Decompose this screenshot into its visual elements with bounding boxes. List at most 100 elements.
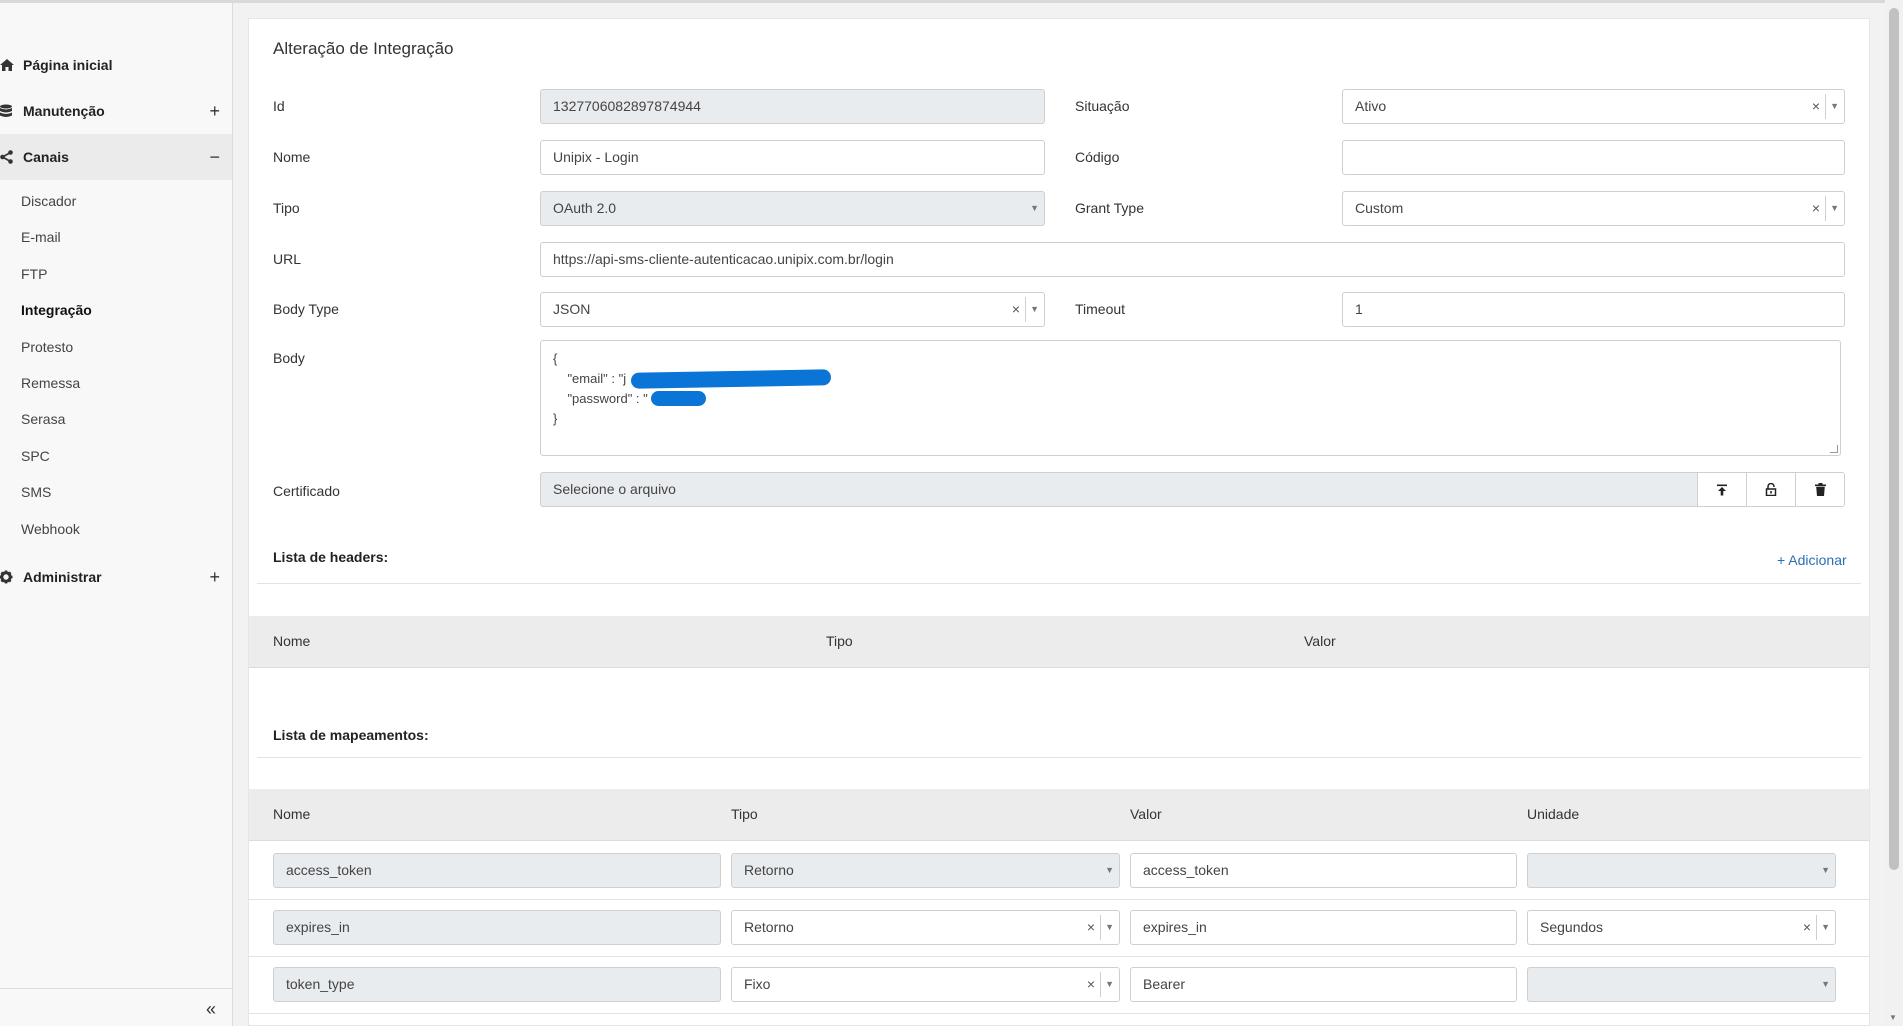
mapping-nome-field[interactable]: access_token: [273, 853, 721, 888]
clear-icon[interactable]: ×: [1012, 293, 1020, 326]
database-icon: [0, 104, 14, 118]
delete-button[interactable]: [1795, 473, 1844, 506]
situacao-select[interactable]: Ativo × ▼: [1342, 89, 1845, 124]
expand-icon[interactable]: +: [209, 101, 220, 122]
body-textarea[interactable]: { "email" : "j "password" : " }: [540, 340, 1841, 456]
timeout-input[interactable]: 1: [1342, 292, 1845, 327]
grant-type-value: Custom: [1355, 200, 1404, 216]
body-type-label: Body Type: [273, 301, 339, 317]
tipo-value: OAuth 2.0: [553, 200, 617, 216]
chevron-down-icon[interactable]: ▼: [1105, 854, 1114, 887]
chevron-down-icon[interactable]: ▼: [1821, 968, 1830, 1001]
row-divider: [249, 956, 1869, 957]
select-separator: [1825, 196, 1826, 221]
chevron-down-icon[interactable]: ▼: [1830, 192, 1839, 225]
select-separator: [1100, 915, 1101, 940]
scroll-down-icon[interactable]: ▼: [1889, 1013, 1897, 1022]
certificado-label: Certificado: [273, 483, 340, 499]
body-label: Body: [273, 350, 305, 366]
chevron-down-icon[interactable]: ▼: [1821, 911, 1830, 944]
clear-icon[interactable]: ×: [1803, 911, 1811, 944]
mapping-tipo-select[interactable]: Retorno ▼: [731, 853, 1120, 888]
codigo-input[interactable]: [1342, 140, 1845, 175]
mapping-unidade-select[interactable]: Segundos × ▼: [1527, 910, 1836, 945]
grant-type-label: Grant Type: [1075, 200, 1145, 216]
body-type-select[interactable]: JSON × ▼: [540, 292, 1045, 327]
scrollbar-thumb[interactable]: [1889, 8, 1899, 870]
headers-section-title: Lista de headers:: [273, 549, 389, 565]
upload-button[interactable]: [1697, 473, 1746, 506]
chevron-down-icon[interactable]: ▼: [1030, 192, 1039, 225]
top-border: [0, 0, 1903, 3]
collapse-sidebar-icon[interactable]: «: [206, 999, 216, 1020]
sidebar-item-spc[interactable]: SPC: [21, 448, 50, 464]
mapping-tipo-select[interactable]: Retorno × ▼: [731, 910, 1120, 945]
body-line: }: [553, 411, 558, 426]
tipo-select[interactable]: OAuth 2.0 ▼: [540, 191, 1045, 226]
redaction-mark: [651, 391, 706, 406]
clear-icon[interactable]: ×: [1812, 90, 1820, 123]
chevron-down-icon[interactable]: ▼: [1830, 90, 1839, 123]
select-separator: [1825, 94, 1826, 119]
sidebar-item-webhook[interactable]: Webhook: [21, 521, 80, 537]
sidebar-item-email[interactable]: E-mail: [21, 229, 61, 245]
page-scrollbar[interactable]: ▼: [1885, 0, 1903, 1026]
nav-canais[interactable]: Canais −: [0, 134, 232, 180]
collapse-icon[interactable]: −: [209, 147, 220, 168]
nav-manutencao[interactable]: Manutenção +: [0, 88, 232, 134]
chevron-down-icon[interactable]: ▼: [1821, 854, 1830, 887]
clear-icon[interactable]: ×: [1087, 911, 1095, 944]
nav-home[interactable]: Página inicial: [0, 42, 232, 88]
grant-type-select[interactable]: Custom × ▼: [1342, 191, 1845, 226]
mapping-tipo-select[interactable]: Fixo × ▼: [731, 967, 1120, 1002]
sidebar-item-discador[interactable]: Discador: [21, 193, 76, 209]
sidebar-footer: «: [0, 988, 232, 1026]
nav-administrar[interactable]: Administrar +: [0, 554, 232, 600]
mapping-nome-field[interactable]: token_type: [273, 967, 721, 1002]
nome-input[interactable]: Unipix - Login: [540, 140, 1045, 175]
resize-handle[interactable]: [1830, 445, 1838, 453]
mappings-section-title: Lista de mapeamentos:: [273, 727, 429, 743]
sidebar-item-integracao[interactable]: Integração: [21, 302, 92, 318]
clear-icon[interactable]: ×: [1812, 192, 1820, 225]
chevron-down-icon[interactable]: ▼: [1105, 968, 1114, 1001]
column-header: Tipo: [731, 806, 758, 822]
divider: [257, 757, 1861, 758]
mapping-valor-input[interactable]: Bearer: [1130, 967, 1517, 1002]
certificado-file-input[interactable]: Selecione o arquivo: [540, 472, 1845, 507]
page-title: Alteração de Integração: [273, 39, 454, 58]
url-input[interactable]: https://api-sms-cliente-autenticacao.uni…: [540, 242, 1845, 277]
chevron-down-icon[interactable]: ▼: [1030, 293, 1039, 326]
id-label: Id: [273, 98, 285, 114]
timeout-label: Timeout: [1075, 301, 1126, 317]
integration-form-panel: Alteração de Integração Id 1327706082897…: [248, 18, 1870, 1026]
sidebar-item-protesto[interactable]: Protesto: [21, 339, 73, 355]
select-separator: [1100, 972, 1101, 997]
situacao-label: Situação: [1075, 98, 1130, 114]
nav-home-label: Página inicial: [23, 57, 113, 73]
sidebar-item-ftp[interactable]: FTP: [21, 266, 47, 282]
unlock-icon: [1765, 483, 1777, 496]
chevron-down-icon[interactable]: ▼: [1105, 911, 1114, 944]
expand-icon[interactable]: +: [209, 567, 220, 588]
column-header: Nome: [273, 806, 311, 822]
clear-icon[interactable]: ×: [1087, 968, 1095, 1001]
id-field[interactable]: 1327706082897874944: [540, 89, 1045, 124]
mapping-nome-field[interactable]: expires_in: [273, 910, 721, 945]
column-header: Valor: [1304, 633, 1336, 649]
nav-canais-label: Canais: [23, 149, 69, 165]
mapping-valor-input[interactable]: expires_in: [1130, 910, 1517, 945]
mapping-unidade-value: Segundos: [1540, 919, 1604, 935]
sidebar-item-remessa[interactable]: Remessa: [21, 375, 80, 391]
add-header-link[interactable]: + Adicionar: [1777, 552, 1847, 568]
mapping-unidade-select[interactable]: ▼: [1527, 967, 1836, 1002]
unlock-button[interactable]: [1746, 473, 1795, 506]
sidebar-item-serasa[interactable]: Serasa: [21, 411, 65, 427]
codigo-label: Código: [1075, 149, 1120, 165]
mapping-unidade-select[interactable]: ▼: [1527, 853, 1836, 888]
column-header: Nome: [273, 633, 311, 649]
share-icon: [0, 150, 14, 164]
mapping-valor-input[interactable]: access_token: [1130, 853, 1517, 888]
sidebar-item-sms[interactable]: SMS: [21, 484, 51, 500]
column-header: Valor: [1130, 806, 1162, 822]
